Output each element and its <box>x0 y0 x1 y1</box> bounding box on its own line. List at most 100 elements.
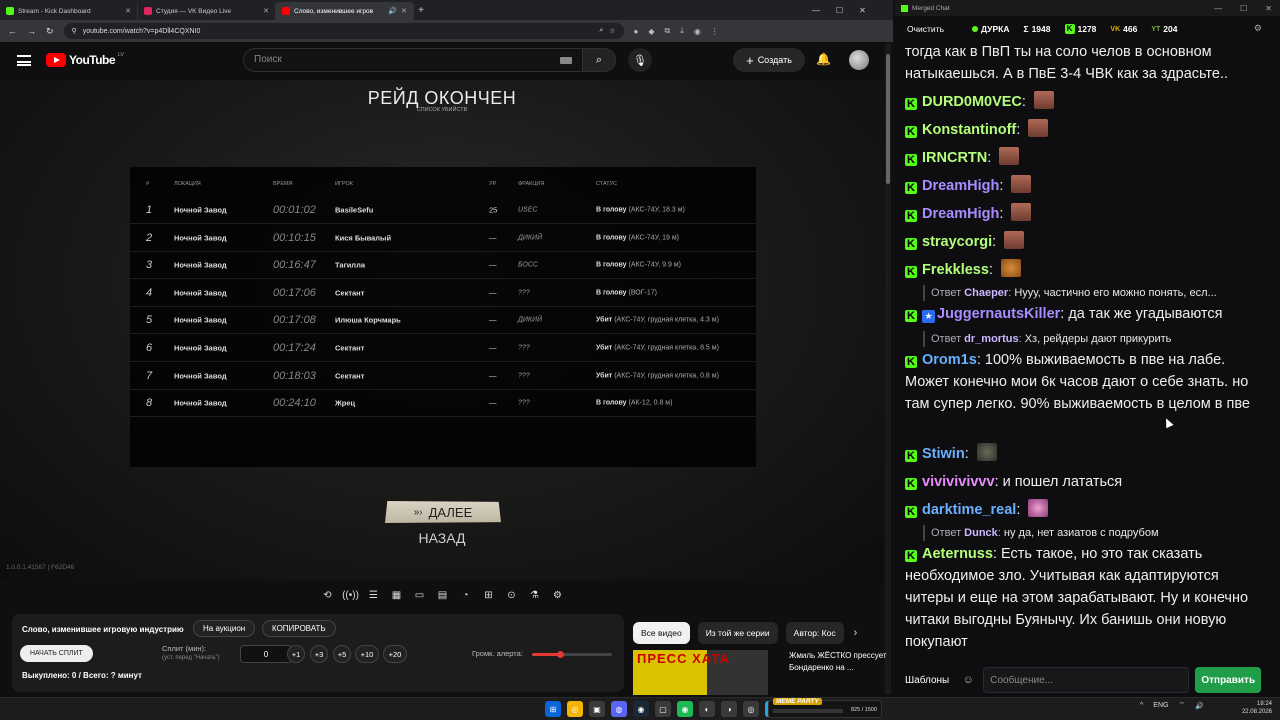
speaker-icon[interactable]: 🔊 <box>388 7 397 15</box>
message-input[interactable]: Сообщение... <box>983 667 1190 693</box>
chat-username[interactable]: IRNCRTN <box>922 150 987 166</box>
discord-icon[interactable]: ◍ <box>611 701 627 717</box>
notifications-bell-icon[interactable]: 🔔 <box>816 52 831 66</box>
app-icon[interactable]: ◐ <box>699 701 715 717</box>
back-button[interactable]: НАЗАД <box>0 530 884 546</box>
split-plus-20-button[interactable]: +20 <box>383 645 407 663</box>
search-input[interactable]: Поиск <box>243 48 583 72</box>
download-icon[interactable]: ⤓ <box>680 26 684 36</box>
hamburger-menu-icon[interactable] <box>17 55 31 66</box>
broadcast-icon[interactable]: ((•)) <box>341 586 360 605</box>
chat-settings-gear-icon[interactable]: ⚙ <box>1254 23 1262 34</box>
chip-all-videos[interactable]: Все видео <box>633 622 690 644</box>
chat-username[interactable]: DreamHigh <box>922 206 999 222</box>
menu-icon[interactable]: ⋮ <box>711 27 719 36</box>
alert-volume-handle[interactable] <box>557 651 564 658</box>
steam-icon[interactable]: ◉ <box>633 701 649 717</box>
file-explorer-icon[interactable]: ▣ <box>589 701 605 717</box>
create-button[interactable]: + Создать <box>733 48 805 72</box>
reply-reference[interactable]: Ответ dr_mortus: Хз, рейдеры дают прикур… <box>923 331 1270 347</box>
reply-username[interactable]: Chaeper <box>964 287 1008 299</box>
close-tab-icon[interactable]: ✕ <box>125 7 131 15</box>
split-plus-10-button[interactable]: +10 <box>355 645 379 663</box>
chat-username[interactable]: vivivivivvv <box>922 474 995 490</box>
back-icon[interactable]: ← <box>8 26 17 36</box>
site-info-icon[interactable]: ⚲ <box>72 27 77 35</box>
windows-start-icon[interactable]: ⊞ <box>545 701 561 717</box>
chat-username[interactable]: darktime_real <box>922 502 1016 518</box>
chat-message-list[interactable]: тогда как в ПвП ты на соло челов в основ… <box>905 41 1270 663</box>
spotify-icon[interactable]: ◉ <box>677 701 693 717</box>
bookmark-star-icon[interactable]: ☆ <box>609 27 615 35</box>
chat-username[interactable]: Orom1s <box>922 352 977 368</box>
reply-reference[interactable]: Ответ Chaeper: Нууу, частично его можно … <box>923 285 1270 301</box>
obs-icon[interactable]: ◎ <box>743 701 759 717</box>
new-tab-button[interactable]: + <box>414 2 428 20</box>
avatar[interactable] <box>849 50 869 70</box>
chat-username[interactable]: Stiwin <box>922 446 965 462</box>
chat-username[interactable]: Frekkless <box>922 262 989 278</box>
reload-icon[interactable]: ↻ <box>46 26 54 37</box>
chat-username[interactable]: straycorgi <box>922 234 992 250</box>
chat-username[interactable]: DURD0M0VEC <box>922 94 1022 110</box>
reply-username[interactable]: dr_mortus <box>964 333 1018 345</box>
tab-youtube-video[interactable]: Слово, изменившее игров 🔊 ✕ <box>276 2 414 20</box>
tray-chevron-icon[interactable]: ^ <box>1140 702 1143 709</box>
app-icon[interactable]: ◑ <box>721 701 737 717</box>
emoji-icon[interactable]: ☺ <box>959 667 977 693</box>
maximize-icon[interactable]: ☐ <box>1240 4 1247 13</box>
film-icon[interactable]: ▤ <box>433 586 452 605</box>
copy-button[interactable]: КОПИРОВАТЬ <box>262 620 336 637</box>
chat-username[interactable]: JuggernautsKiller <box>937 306 1060 322</box>
chrome-icon[interactable]: ◎ <box>567 701 583 717</box>
forward-icon[interactable]: → <box>27 26 36 36</box>
loop-icon[interactable]: ⟲ <box>318 586 337 605</box>
profile-icon[interactable]: ◉ <box>694 27 701 36</box>
recommended-video-title[interactable]: Жмиль ЖЁСТКО прессует Бондаренко на ... <box>789 650 889 674</box>
reply-reference[interactable]: Ответ Dunck: ну да, нет азиатов с подруб… <box>923 525 1270 541</box>
send-button[interactable]: Отправить <box>1195 667 1262 693</box>
voice-search-button[interactable]: 🎙 <box>628 48 652 72</box>
extensions-puzzle-icon[interactable]: ⧉ <box>665 26 671 36</box>
keyboard-icon[interactable] <box>560 57 572 64</box>
close-window-icon[interactable]: ✕ <box>1265 4 1272 13</box>
address-bar[interactable]: ⚲ youtube.com/watch?v=p4Dll4CQXNI0 ⌕ ☆ <box>63 23 624 39</box>
templates-button[interactable]: Шаблоны <box>901 667 953 693</box>
playlist-icon[interactable]: ☰ <box>364 586 383 605</box>
auction-button[interactable]: На аукцион <box>193 620 256 637</box>
alert-volume-slider[interactable] <box>532 651 612 658</box>
minimize-icon[interactable]: — <box>812 6 820 15</box>
close-tab-icon[interactable]: ✕ <box>401 7 407 15</box>
chip-same-series[interactable]: Из той же серии <box>697 622 778 644</box>
clear-chat-button[interactable]: Очистить <box>907 22 944 36</box>
split-plus-5-button[interactable]: +5 <box>333 645 351 663</box>
next-button[interactable]: »› ДАЛЕЕ <box>385 501 501 523</box>
reply-username[interactable]: Dunck <box>964 527 998 539</box>
start-split-button[interactable]: НАЧАТЬ СПЛИТ <box>20 645 93 662</box>
extension-icon[interactable]: ● <box>634 27 639 36</box>
app-icon[interactable]: ▢ <box>655 701 671 717</box>
settings-gear-icon[interactable]: ⚙ <box>548 586 567 605</box>
chat-username[interactable]: Aeternuss <box>922 546 993 562</box>
volume-icon[interactable]: 🔊 <box>1195 702 1204 710</box>
zoom-icon[interactable]: ⌕ <box>599 27 603 35</box>
tab-kick-dashboard[interactable]: Stream - Kick Dashboard ✕ <box>0 2 138 20</box>
close-window-icon[interactable]: ✕ <box>859 6 866 15</box>
clapper-icon[interactable]: ▦ <box>387 586 406 605</box>
chevron-right-icon[interactable]: › <box>854 627 858 639</box>
page-scrollbar[interactable] <box>885 44 891 694</box>
search-button[interactable]: ⌕ <box>582 48 616 72</box>
clock[interactable]: 18:24 22.08.2026 <box>1242 700 1272 716</box>
language-indicator[interactable]: ENG <box>1153 702 1168 709</box>
split-plus-3-button[interactable]: +3 <box>310 645 328 663</box>
close-tab-icon[interactable]: ✕ <box>263 7 269 15</box>
video-player[interactable]: РЕЙД ОКОНЧЕН СПИСОК УБИЙСТВ # ЛОКАЦИЯ ВР… <box>0 80 884 580</box>
add-box-icon[interactable]: ⊞ <box>479 586 498 605</box>
extension-icon[interactable]: ◆ <box>648 27 654 36</box>
flask-icon[interactable]: ⚗ <box>525 586 544 605</box>
recommended-video[interactable]: ПРЕСС ХАТА Жмиль ЖЁСТКО прессует Бондаре… <box>633 650 887 695</box>
tab-vk-studio[interactable]: Студия — VK Видео Live ✕ <box>138 2 276 20</box>
network-icon[interactable]: ⌔ <box>1178 701 1185 710</box>
speed-gauge-icon[interactable]: ◔ <box>456 586 475 605</box>
screenshot-camera-icon[interactable]: ⊙ <box>502 586 521 605</box>
